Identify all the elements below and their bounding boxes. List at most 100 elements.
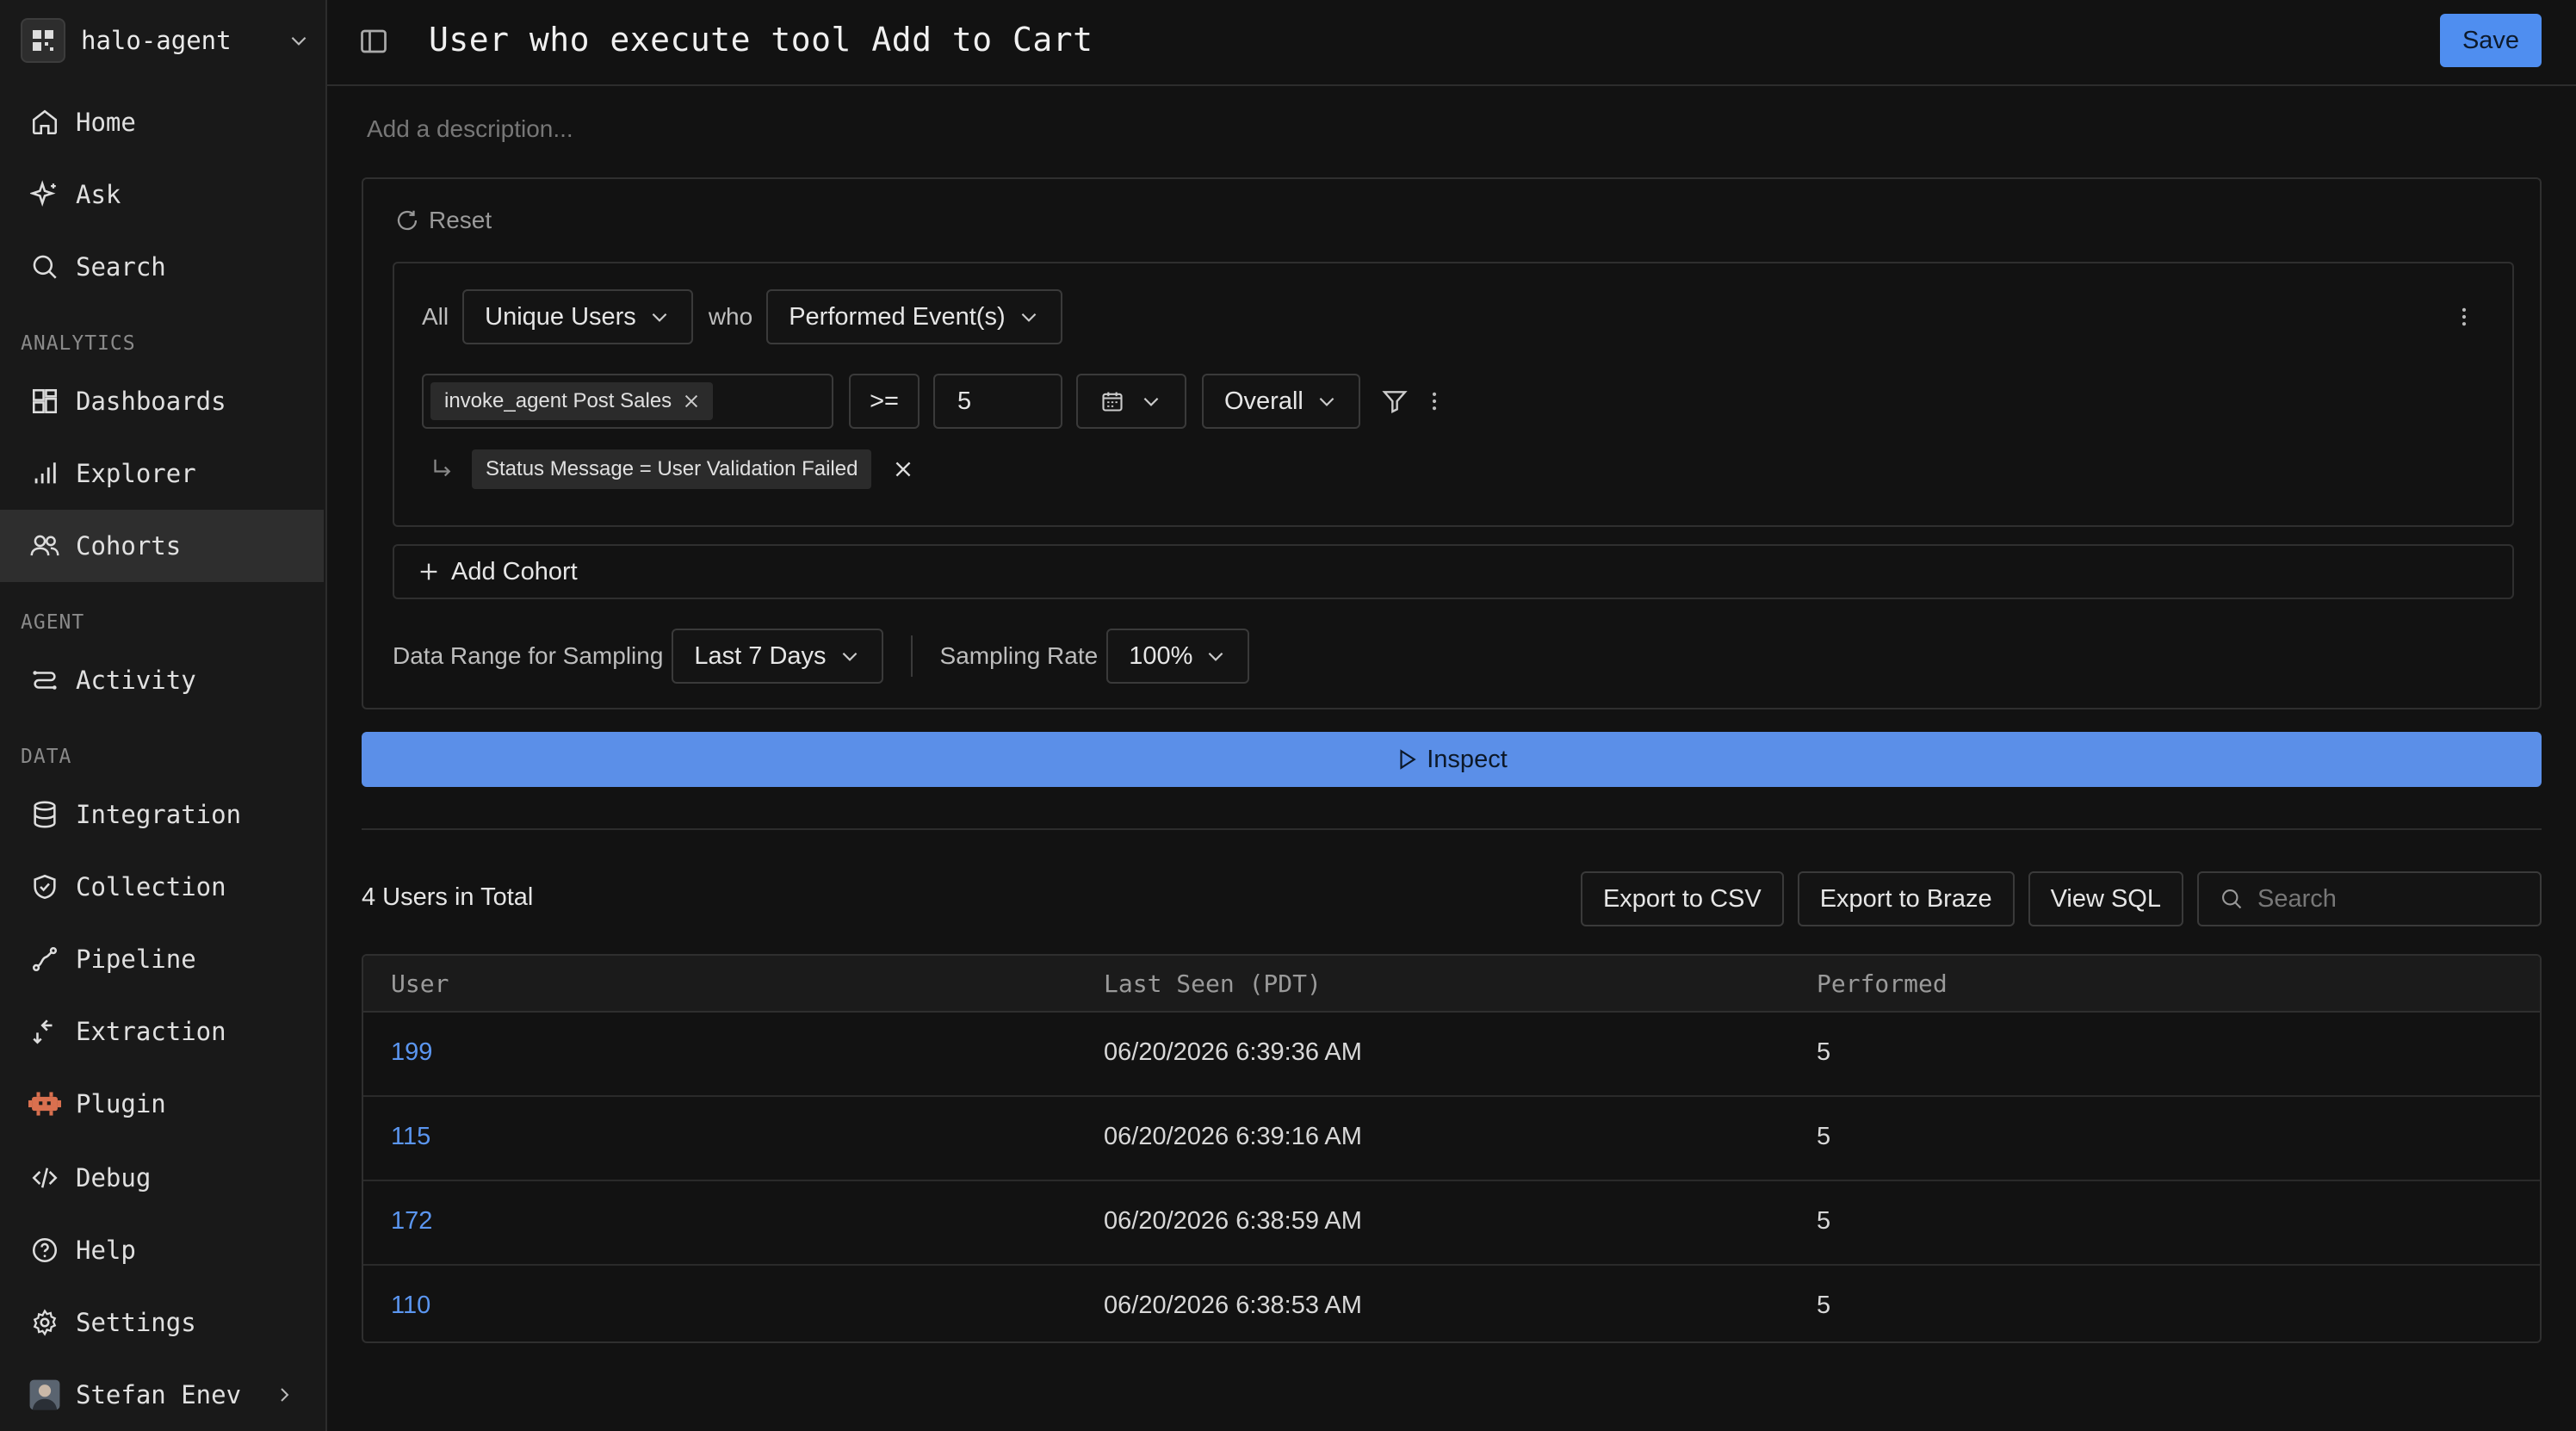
condition-dropdown[interactable]: Performed Event(s) <box>766 289 1062 344</box>
user-link[interactable]: 110 <box>391 1292 430 1320</box>
sampling-rate-dropdown[interactable]: 100% <box>1106 629 1250 684</box>
user-menu[interactable]: Stefan Enev <box>0 1359 324 1431</box>
sampling-range-label: Data Range for Sampling <box>393 642 664 669</box>
column-header-performed[interactable]: Performed <box>1817 969 1947 998</box>
sidebar-item-home[interactable]: Home <box>0 86 324 158</box>
date-range-dropdown[interactable] <box>1076 374 1186 429</box>
last-seen-cell: 06/20/2026 6:38:53 AM <box>1104 1292 1362 1319</box>
entity-dropdown[interactable]: Unique Users <box>462 289 693 344</box>
divider <box>910 635 913 677</box>
description-input[interactable]: Add a description... <box>367 115 573 143</box>
home-icon <box>28 105 62 139</box>
performed-cell: 5 <box>1817 1207 1831 1235</box>
sidebar-item-collection[interactable]: Collection <box>0 851 324 923</box>
sidebar-item-cohorts[interactable]: Cohorts <box>0 510 324 582</box>
close-icon[interactable] <box>682 392 701 411</box>
close-icon[interactable] <box>892 458 914 480</box>
sidebar-item-label: Debug <box>76 1163 152 1192</box>
chevron-down-icon <box>842 652 857 661</box>
save-button[interactable]: Save <box>2440 14 2542 67</box>
chevron-down-icon <box>1319 397 1334 406</box>
more-vertical-icon[interactable] <box>2455 305 2473 329</box>
sidebar-item-label: Dashboards <box>76 387 226 416</box>
section-label-analytics: ANALYTICS <box>21 332 136 355</box>
sidebar-item-ask[interactable]: Ask <box>0 158 324 231</box>
sidebar: halo-agent Home Ask Search ANALYTICS Das… <box>0 0 327 1431</box>
reset-button[interactable]: Reset <box>394 207 492 234</box>
performed-cell: 5 <box>1817 1123 1831 1150</box>
inspect-button[interactable]: Inspect <box>362 732 2542 787</box>
results-search[interactable] <box>2197 871 2542 926</box>
who-label: who <box>708 303 753 330</box>
sidebar-item-activity[interactable]: Activity <box>0 644 324 716</box>
sidebar-item-debug[interactable]: Debug <box>0 1142 324 1214</box>
chevron-down-icon <box>652 313 667 322</box>
search-input[interactable] <box>2256 883 2517 914</box>
search-icon <box>2222 889 2242 909</box>
sidebar-item-help[interactable]: Help <box>0 1214 324 1286</box>
table-row: 172 06/20/2026 6:38:59 AM 5 <box>363 1181 2540 1266</box>
results-total: 4 Users in Total <box>362 883 534 911</box>
event-selector[interactable]: invoke_agent Post Sales <box>422 374 833 429</box>
sampling-controls: Data Range for Sampling Last 7 Days Samp… <box>393 629 1250 684</box>
sidebar-item-label: Help <box>76 1236 136 1265</box>
inspect-label: Inspect <box>1427 745 1508 773</box>
last-seen-cell: 06/20/2026 6:39:16 AM <box>1104 1123 1362 1150</box>
add-cohort-label: Add Cohort <box>451 557 578 585</box>
sidebar-item-dashboards[interactable]: Dashboards <box>0 365 324 437</box>
user-link[interactable]: 199 <box>391 1038 432 1067</box>
sampling-range-value: Last 7 Days <box>694 641 827 670</box>
filter-icon[interactable] <box>1381 387 1409 415</box>
users-icon <box>28 529 62 563</box>
shield-check-icon <box>28 870 62 904</box>
performed-cell: 5 <box>1817 1038 1831 1066</box>
sidebar-item-label: Integration <box>76 800 242 829</box>
page-title[interactable]: User who execute tool Add to Cart <box>429 21 1093 59</box>
condition-value: Performed Event(s) <box>789 302 1006 331</box>
sidebar-toggle-icon[interactable] <box>358 26 389 57</box>
export-braze-button[interactable]: Export to Braze <box>1797 871 2015 926</box>
table-row: 110 06/20/2026 6:38:53 AM 5 <box>363 1266 2540 1341</box>
sidebar-item-extraction[interactable]: Extraction <box>0 995 324 1068</box>
chevron-down-icon <box>1209 652 1223 661</box>
count-value: 5 <box>957 387 972 415</box>
activity-icon <box>28 663 62 697</box>
export-csv-button[interactable]: Export to CSV <box>1580 871 1784 926</box>
sidebar-item-settings[interactable]: Settings <box>0 1286 324 1359</box>
sidebar-item-integration[interactable]: Integration <box>0 778 324 851</box>
more-vertical-icon[interactable] <box>1427 389 1441 413</box>
table-row: 115 06/20/2026 6:39:16 AM 5 <box>363 1097 2540 1181</box>
sidebar-item-label: Plugin <box>76 1089 166 1118</box>
extraction-icon <box>28 1014 62 1049</box>
user-link[interactable]: 115 <box>391 1123 430 1151</box>
sidebar-item-label: Cohorts <box>76 531 182 561</box>
avatar <box>28 1378 62 1412</box>
calendar-icon <box>1102 392 1123 412</box>
subdirectory-arrow-icon <box>434 459 451 477</box>
operator-dropdown[interactable]: >= <box>849 374 920 429</box>
sidebar-item-label: Collection <box>76 872 226 901</box>
sampling-range-dropdown[interactable]: Last 7 Days <box>672 629 883 684</box>
count-input[interactable]: 5 <box>933 374 1062 429</box>
table-header: User Last Seen (PDT) Performed <box>363 956 2540 1013</box>
user-link[interactable]: 172 <box>391 1207 432 1236</box>
performed-cell: 5 <box>1817 1292 1831 1319</box>
view-sql-button[interactable]: View SQL <box>2028 871 2183 926</box>
sidebar-item-search[interactable]: Search <box>0 231 324 303</box>
code-icon <box>28 1161 62 1195</box>
help-icon <box>28 1233 62 1267</box>
sidebar-item-label: Pipeline <box>76 945 196 974</box>
all-label: All <box>422 303 449 330</box>
gear-icon <box>28 1305 62 1340</box>
sparkle-icon <box>28 177 62 212</box>
sidebar-item-plugin[interactable]: Plugin <box>0 1068 324 1140</box>
column-header-user[interactable]: User <box>391 969 449 998</box>
property-filter-chip[interactable]: Status Message = User Validation Failed <box>472 449 872 489</box>
workspace-switcher[interactable]: halo-agent <box>21 14 310 67</box>
user-name: Stefan Enev <box>76 1380 242 1409</box>
sidebar-item-pipeline[interactable]: Pipeline <box>0 923 324 995</box>
sidebar-item-explorer[interactable]: Explorer <box>0 437 324 510</box>
aggregation-dropdown[interactable]: Overall <box>1202 374 1360 429</box>
column-header-last-seen[interactable]: Last Seen (PDT) <box>1104 969 1322 998</box>
add-cohort-button[interactable]: Add Cohort <box>393 544 2514 599</box>
